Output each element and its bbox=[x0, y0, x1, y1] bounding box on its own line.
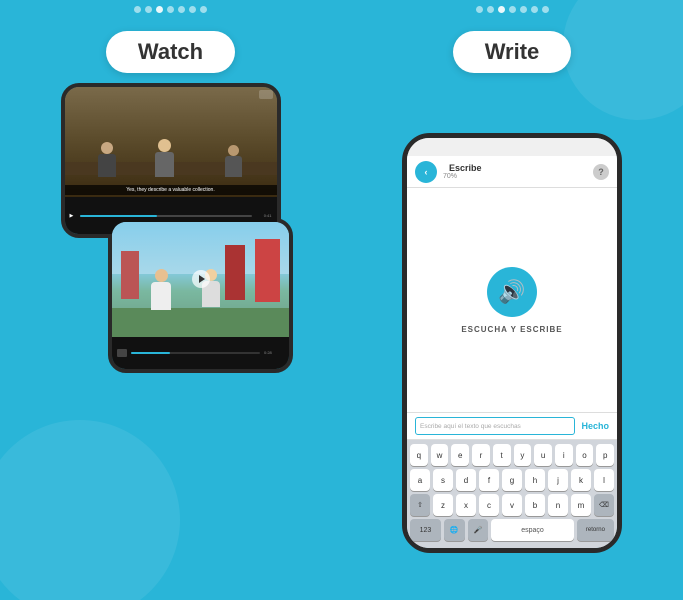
keyboard-row-3: ⇧ z x c v b n m ⌫ bbox=[410, 494, 614, 516]
dot bbox=[487, 6, 494, 13]
keyboard-row-2: a s d f g h j k l bbox=[410, 469, 614, 491]
help-button[interactable]: ? bbox=[593, 164, 609, 180]
key-e[interactable]: e bbox=[451, 444, 469, 466]
dot bbox=[509, 6, 516, 13]
video-scene-bottom bbox=[112, 222, 289, 337]
key-p[interactable]: p bbox=[596, 444, 614, 466]
key-w[interactable]: w bbox=[431, 444, 449, 466]
key-z[interactable]: z bbox=[433, 494, 453, 516]
input-placeholder: Escribe aquí el texto que escuchas bbox=[420, 423, 521, 430]
key-i[interactable]: i bbox=[555, 444, 573, 466]
key-mic[interactable]: 🎤 bbox=[468, 519, 489, 541]
bg-decoration-right bbox=[563, 0, 683, 120]
dot bbox=[520, 6, 527, 13]
header-subtitle: 70% bbox=[443, 173, 482, 180]
right-phone-screen: ‹ Escribe 70% ? 🔊 ESCUCHA Y ESCRIBE bbox=[407, 138, 617, 548]
video-controls-bottom: 0:28 bbox=[112, 337, 289, 369]
dot bbox=[178, 6, 185, 13]
dot bbox=[542, 6, 549, 13]
mini-control bbox=[117, 349, 127, 357]
right-panel: Write ‹ Escribe 70% ? bbox=[341, 0, 683, 600]
top-phone-screen: Yes, they describe a valuable collection… bbox=[65, 87, 277, 234]
key-backspace[interactable]: ⌫ bbox=[594, 494, 614, 516]
key-space[interactable]: espaço bbox=[491, 519, 574, 541]
hecho-button[interactable]: Hecho bbox=[581, 421, 609, 431]
key-c[interactable]: c bbox=[479, 494, 499, 516]
key-b[interactable]: b bbox=[525, 494, 545, 516]
dot bbox=[531, 6, 538, 13]
key-t[interactable]: t bbox=[493, 444, 511, 466]
key-o[interactable]: o bbox=[576, 444, 594, 466]
text-input-field[interactable]: Escribe aquí el texto que escuchas bbox=[415, 417, 575, 435]
key-123[interactable]: 123 bbox=[410, 519, 441, 541]
play-button-overlay[interactable] bbox=[192, 270, 210, 288]
back-button[interactable]: ‹ bbox=[415, 161, 437, 183]
key-q[interactable]: q bbox=[410, 444, 428, 466]
watch-section-label: Watch bbox=[106, 31, 235, 73]
keyboard-row-4: 123 🌐 🎤 espaço retorno bbox=[410, 519, 614, 541]
dot-active bbox=[498, 6, 505, 13]
video-scene-top: Yes, they describe a valuable collection… bbox=[65, 87, 277, 197]
key-y[interactable]: y bbox=[514, 444, 532, 466]
dots-row-right bbox=[476, 0, 549, 13]
top-phone: Yes, they describe a valuable collection… bbox=[61, 83, 281, 238]
key-shift[interactable]: ⇧ bbox=[410, 494, 430, 516]
subtitle-text: Yes, they describe a valuable collection… bbox=[65, 185, 277, 195]
bottom-phone-screen: 0:28 bbox=[112, 222, 289, 369]
bg-decoration bbox=[0, 420, 180, 600]
progress-fill bbox=[80, 215, 157, 217]
key-globe[interactable]: 🌐 bbox=[444, 519, 465, 541]
header-title: Escribe bbox=[449, 163, 482, 173]
key-h[interactable]: h bbox=[525, 469, 545, 491]
dot bbox=[200, 6, 207, 13]
key-f[interactable]: f bbox=[479, 469, 499, 491]
key-g[interactable]: g bbox=[502, 469, 522, 491]
key-return[interactable]: retorno bbox=[577, 519, 614, 541]
dot bbox=[145, 6, 152, 13]
key-r[interactable]: r bbox=[472, 444, 490, 466]
dot bbox=[134, 6, 141, 13]
dots-row bbox=[134, 0, 207, 13]
dot-active bbox=[156, 6, 163, 13]
left-panel: Watch bbox=[0, 0, 341, 600]
dot bbox=[476, 6, 483, 13]
key-a[interactable]: a bbox=[410, 469, 430, 491]
speaker-icon[interactable]: 🔊 bbox=[487, 267, 537, 317]
dot bbox=[189, 6, 196, 13]
key-j[interactable]: j bbox=[548, 469, 568, 491]
key-k[interactable]: k bbox=[571, 469, 591, 491]
speaker-symbol: 🔊 bbox=[498, 279, 525, 305]
right-phone: ‹ Escribe 70% ? 🔊 ESCUCHA Y ESCRIBE bbox=[402, 133, 622, 553]
text-input-area: Escribe aquí el texto que escuchas Hecho bbox=[407, 412, 617, 440]
dot bbox=[167, 6, 174, 13]
key-m[interactable]: m bbox=[571, 494, 591, 516]
key-x[interactable]: x bbox=[456, 494, 476, 516]
key-v[interactable]: v bbox=[502, 494, 522, 516]
key-u[interactable]: u bbox=[534, 444, 552, 466]
key-d[interactable]: d bbox=[456, 469, 476, 491]
keyboard: q w e r t y u i o p a s d f g bbox=[407, 440, 617, 548]
status-bar bbox=[407, 138, 617, 156]
play-icon bbox=[199, 275, 205, 283]
keyboard-row-1: q w e r t y u i o p bbox=[410, 444, 614, 466]
listen-label: ESCUCHA Y ESCRIBE bbox=[461, 325, 562, 334]
key-n[interactable]: n bbox=[548, 494, 568, 516]
key-l[interactable]: l bbox=[594, 469, 614, 491]
key-s[interactable]: s bbox=[433, 469, 453, 491]
progress-bar bbox=[80, 215, 252, 217]
app-header: ‹ Escribe 70% ? bbox=[407, 156, 617, 188]
bottom-phone: 0:28 bbox=[108, 218, 293, 373]
write-section-label: Write bbox=[453, 31, 572, 73]
audio-section: 🔊 ESCUCHA Y ESCRIBE bbox=[407, 188, 617, 412]
